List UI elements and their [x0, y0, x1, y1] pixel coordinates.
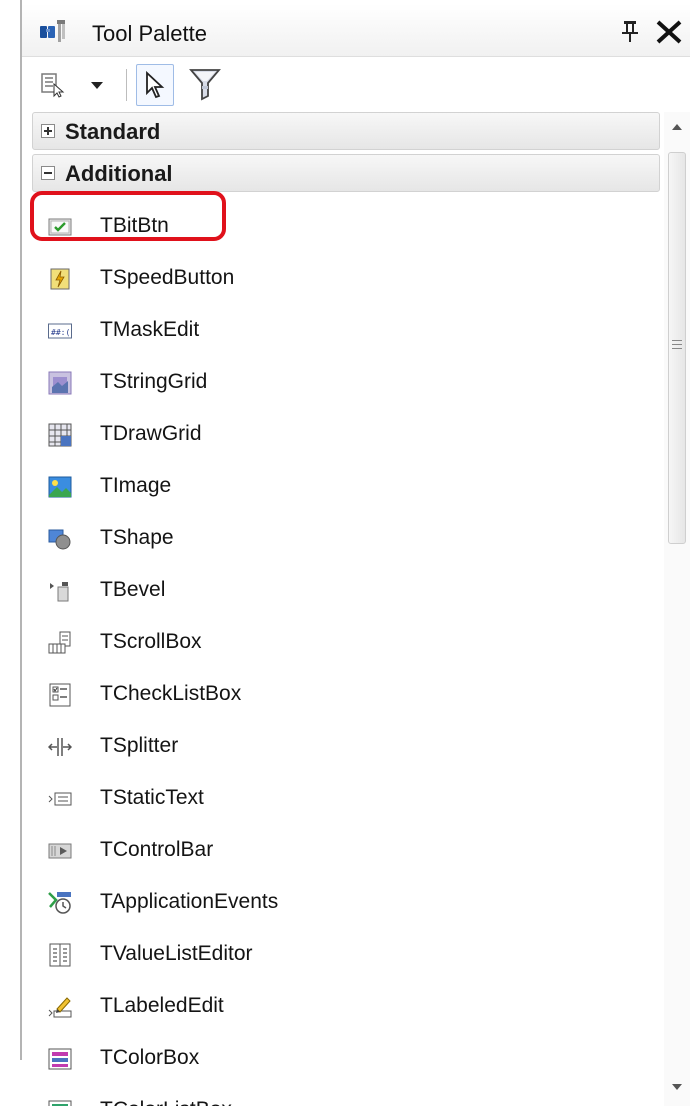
component-label: TStaticText	[100, 786, 204, 809]
vertical-scrollbar[interactable]	[664, 112, 690, 1106]
component-label: TSplitter	[100, 734, 179, 757]
bevel-icon	[50, 582, 69, 602]
checklistbox-icon	[49, 683, 71, 707]
collapse-icon[interactable]	[41, 166, 55, 180]
component-tshape[interactable]: TShape	[22, 513, 662, 565]
component-tcolorbox[interactable]: TColorBox	[22, 1033, 662, 1085]
grip-line	[672, 340, 682, 341]
component-label: TScrollBox	[100, 630, 202, 653]
component-label: TImage	[100, 474, 172, 497]
dropdown-arrow-icon[interactable]	[88, 76, 106, 94]
component-tbevel[interactable]: TBevel	[22, 565, 662, 617]
component-list: TBitBtn TSpeedButton ##:( TMaskEdit TStr…	[22, 196, 662, 1106]
scrollbox-icon	[48, 631, 71, 654]
grip-line	[672, 348, 682, 349]
component-label: TStringGrid	[100, 370, 208, 393]
category-standard[interactable]: Standard	[32, 112, 660, 150]
applicationevents-icon	[48, 892, 71, 914]
valuelisteditor-icon	[49, 943, 71, 967]
expand-icon[interactable]	[41, 124, 55, 138]
component-label: TLabeledEdit	[100, 994, 224, 1017]
component-tapplicationevents[interactable]: TApplicationEvents	[22, 877, 662, 929]
component-label: TColorBox	[100, 1046, 200, 1069]
component-label: TSpeedButton	[100, 266, 235, 289]
colorbox-icon	[48, 1048, 72, 1070]
scroll-down-icon[interactable]	[664, 1072, 690, 1102]
component-label: TMaskEdit	[100, 318, 200, 341]
shape-icon	[48, 529, 71, 550]
tool-palette-panel: Tool Palette Standard Additional TBitBtn…	[22, 0, 690, 1106]
toolbar	[22, 58, 690, 112]
splitter-icon	[48, 738, 72, 756]
filter-icon[interactable]	[188, 66, 222, 102]
component-tvaluelisteditor[interactable]: TValueListEditor	[22, 929, 662, 981]
component-tbitbtn[interactable]: TBitBtn	[22, 201, 662, 253]
scroll-thumb[interactable]	[668, 152, 686, 544]
component-label: TControlBar	[100, 838, 214, 861]
svg-text:##:(: ##:(	[51, 328, 70, 337]
scroll-up-icon[interactable]	[664, 112, 690, 142]
component-label: TApplicationEvents	[100, 890, 279, 913]
component-label: TCheckListBox	[100, 682, 242, 705]
component-label: TColorListBox	[100, 1098, 232, 1106]
component-label: TBitBtn	[100, 214, 169, 237]
component-tcontrolbar[interactable]: TControlBar	[22, 825, 662, 877]
maskedit-icon: ##:(	[48, 323, 72, 339]
component-tstatictext[interactable]: TStaticText	[22, 773, 662, 825]
component-tspeedbutton[interactable]: TSpeedButton	[22, 253, 662, 305]
left-strip	[0, 0, 22, 1106]
pointer-icon	[146, 71, 165, 99]
window-title: Tool Palette	[92, 21, 207, 46]
category-additional[interactable]: Additional	[32, 154, 660, 192]
component-tmaskedit[interactable]: ##:( TMaskEdit	[22, 305, 662, 357]
component-label: TShape	[100, 526, 174, 549]
colorlistbox-icon	[48, 1100, 72, 1106]
controlbar-icon	[48, 843, 72, 859]
grip-line	[672, 344, 682, 345]
component-tcolorlistbox[interactable]: TColorListBox	[22, 1085, 662, 1106]
component-tlabelededit[interactable]: TLabeledEdit	[22, 981, 662, 1033]
component-tscrollbox[interactable]: TScrollBox	[22, 617, 662, 669]
tool-palette-icon	[40, 20, 65, 42]
component-label: TValueListEditor	[100, 942, 253, 965]
pointer-button[interactable]	[136, 64, 174, 106]
title-bar: Tool Palette	[22, 4, 690, 57]
component-tstringgrid[interactable]: TStringGrid	[22, 357, 662, 409]
component-tchecklistbox[interactable]: TCheckListBox	[22, 669, 662, 721]
category-label: Standard	[65, 119, 161, 144]
toolbar-separator	[126, 69, 127, 101]
close-icon[interactable]	[652, 16, 686, 48]
speedbutton-icon	[50, 268, 70, 290]
pin-icon[interactable]	[618, 18, 642, 44]
stringgrid-icon	[48, 371, 72, 395]
component-timage[interactable]: TImage	[22, 461, 662, 513]
component-tsplitter[interactable]: TSplitter	[22, 721, 662, 773]
categories-icon[interactable]	[40, 72, 66, 98]
image-icon	[48, 476, 72, 498]
labelededit-icon	[48, 997, 72, 1018]
bitbtn-icon	[48, 218, 72, 236]
component-label: TDrawGrid	[100, 422, 202, 445]
component-tdrawgrid[interactable]: TDrawGrid	[22, 409, 662, 461]
drawgrid-icon	[48, 423, 72, 447]
statictext-icon	[48, 792, 72, 806]
component-label: TBevel	[100, 578, 166, 601]
category-label: Additional	[65, 161, 173, 186]
